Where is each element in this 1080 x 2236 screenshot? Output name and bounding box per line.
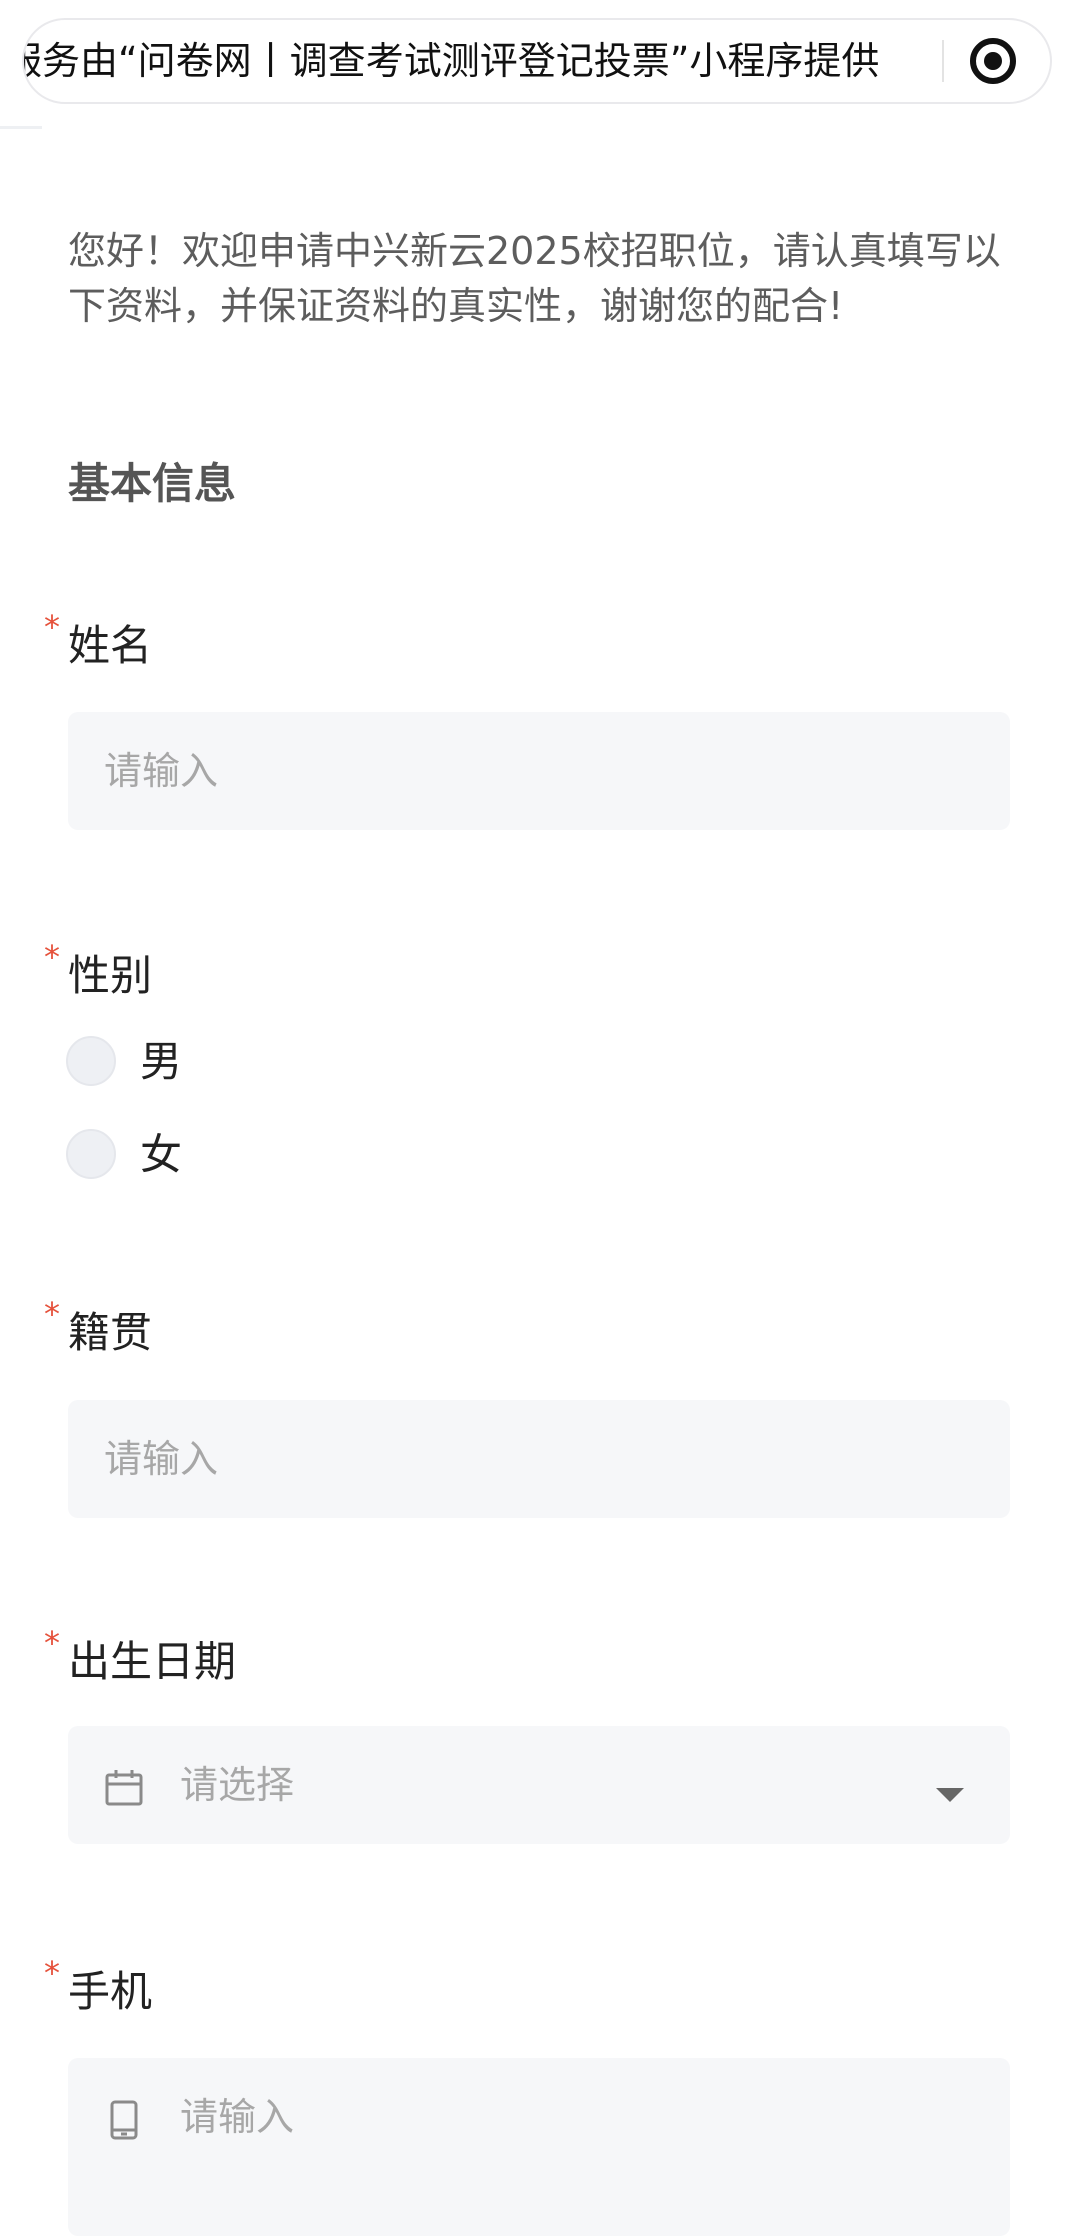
- native-place-label-text: 籍贯: [68, 1308, 153, 1357]
- gender-option-label: 女: [140, 1130, 183, 1179]
- radio-button[interactable]: [66, 1036, 116, 1086]
- section-title: 基本信息: [68, 459, 237, 508]
- name-label: * 姓名: [44, 608, 153, 673]
- birth-date-label-text: 出生日期: [68, 1637, 237, 1686]
- gender-label: * 性别: [44, 938, 153, 1003]
- chevron-down-icon: [936, 1788, 964, 1802]
- required-mark: *: [44, 1624, 60, 1662]
- name-input[interactable]: 请输入: [68, 712, 1010, 830]
- phone-input[interactable]: 请输入: [68, 2058, 1010, 2236]
- radio-button[interactable]: [66, 1129, 116, 1179]
- phone-label-text: 手机: [68, 1967, 153, 2016]
- form-page: 服务由“问卷网丨调查考试测评登记投票”小程序提供 您好！欢迎申请中兴新云2025…: [0, 0, 1080, 2236]
- required-mark: *: [44, 938, 60, 976]
- name-placeholder: 请输入: [104, 749, 219, 793]
- capsule-divider: [942, 40, 944, 82]
- name-label-text: 姓名: [68, 621, 153, 670]
- native-place-label: * 籍贯: [44, 1295, 153, 1360]
- gender-option-label: 男: [140, 1037, 183, 1086]
- birth-date-picker[interactable]: 请选择: [68, 1726, 1010, 1844]
- target-icon[interactable]: [968, 36, 1018, 86]
- provider-notice-text: 服务由“问卷网丨调查考试测评登记投票”小程序提供: [24, 39, 880, 83]
- native-place-input[interactable]: 请输入: [68, 1400, 1010, 1518]
- required-mark: *: [44, 1954, 60, 1992]
- calendar-icon: [105, 1770, 143, 1806]
- intro-text: 您好！欢迎申请中兴新云2025校招职位，请认真填写以下资料，并保证资料的真实性，…: [68, 229, 1001, 328]
- birth-date-placeholder: 请选择: [180, 1763, 295, 1807]
- required-mark: *: [44, 608, 60, 646]
- birth-date-label: * 出生日期: [44, 1624, 237, 1689]
- phone-label: * 手机: [44, 1954, 153, 2019]
- phone-icon: [110, 2100, 138, 2140]
- phone-placeholder: 请输入: [180, 2095, 295, 2139]
- gender-label-text: 性别: [68, 951, 153, 1000]
- required-mark: *: [44, 1295, 60, 1333]
- scroll-indicator: [0, 126, 42, 129]
- native-place-placeholder: 请输入: [104, 1437, 219, 1481]
- provider-banner: 服务由“问卷网丨调查考试测评登记投票”小程序提供: [22, 18, 1052, 104]
